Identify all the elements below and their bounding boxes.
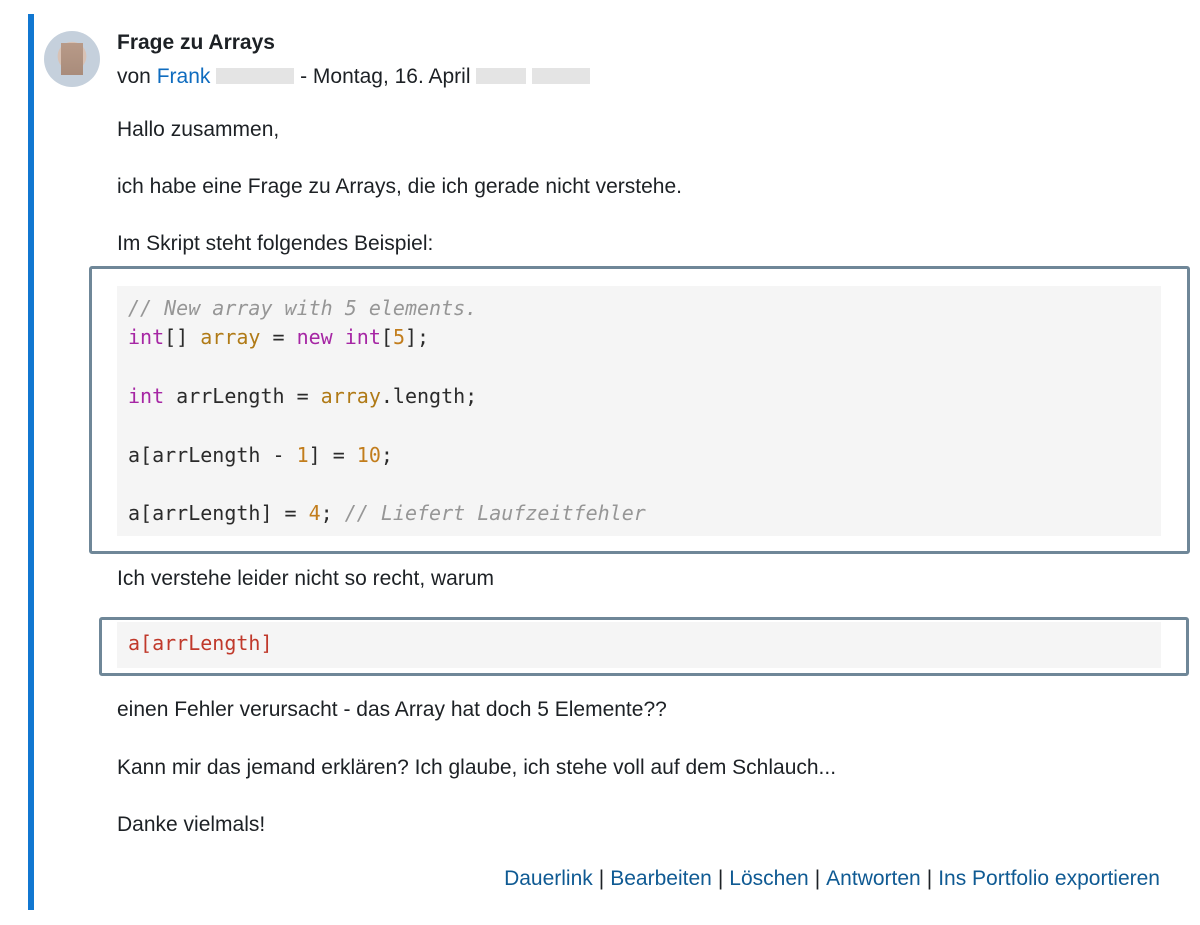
post-accent-bar <box>28 14 34 910</box>
action-separator: | <box>814 867 821 890</box>
code-number: 4 <box>308 501 321 525</box>
reply-link[interactable]: Antworten <box>826 867 921 890</box>
code-comment: // Liefert Laufzeitfehler <box>344 501 646 525</box>
code-keyword: new <box>296 325 333 349</box>
code-keyword: int <box>344 325 381 349</box>
delete-link[interactable]: Löschen <box>729 867 808 890</box>
code-line-3: int arrLength = array.length; <box>128 384 477 408</box>
post-byline: von Frank - Montag, 16. April <box>117 64 591 90</box>
author-avatar[interactable] <box>44 31 100 87</box>
post-ask: Kann mir das jemand erklären? Ich glaube… <box>117 756 837 779</box>
post-date: Montag, 16. April <box>312 65 471 88</box>
byline-date-separator: - <box>294 65 313 88</box>
post-question: ich habe eine Frage zu Arrays, die ich g… <box>117 175 682 198</box>
action-separator: | <box>598 867 605 890</box>
inline-code-text: a[arrLength] <box>128 631 273 655</box>
code-text: a[arrLength - <box>128 443 297 467</box>
code-text: ]; <box>404 325 430 349</box>
code-line-4: a[arrLength - 1] = 10; <box>128 443 393 467</box>
post-greeting: Hallo zusammen, <box>117 118 280 141</box>
inline-code: a[arrLength] <box>128 631 273 655</box>
code-variable: array <box>200 325 261 349</box>
code-number: 1 <box>296 443 309 467</box>
redacted-surname <box>216 68 295 84</box>
code-text: .length; <box>380 384 478 408</box>
code-keyword: int <box>128 384 165 408</box>
code-text: [] <box>164 325 201 349</box>
code-text: a[arrLength] = <box>128 501 309 525</box>
code-keyword: int <box>128 325 165 349</box>
redacted-year <box>476 68 527 84</box>
code-text: ; <box>320 501 345 525</box>
code-number: 10 <box>356 443 381 467</box>
export-portfolio-link[interactable]: Ins Portfolio exportieren <box>938 867 1160 890</box>
post-thanks: Danke vielmals! <box>117 813 266 836</box>
post-script-intro: Im Skript steht folgendes Beispiel: <box>117 232 434 255</box>
code-text: arrLength = <box>164 384 321 408</box>
code-line-5: a[arrLength] = 4; // Liefert Laufzeitfeh… <box>128 501 646 525</box>
avatar-face-blur <box>61 43 83 75</box>
code-comment: // New array with 5 elements. <box>128 296 478 320</box>
action-separator: | <box>926 867 933 890</box>
edit-link[interactable]: Bearbeiten <box>610 867 712 890</box>
code-text: ; <box>380 443 393 467</box>
author-link[interactable]: Frank <box>157 65 211 88</box>
post-error: einen Fehler verursacht - das Array hat … <box>117 698 667 721</box>
redacted-time <box>532 68 591 84</box>
code-line-2: int[] array = new int[5]; <box>128 325 429 349</box>
code-text: = <box>260 325 297 349</box>
post-actions: Dauerlink | Bearbeiten | Löschen | Antworten | I… <box>504 866 1160 892</box>
action-separator: | <box>717 867 724 890</box>
code-line-1: // New array with 5 elements. <box>128 296 477 320</box>
code-variable: array <box>320 384 381 408</box>
permalink-link[interactable]: Dauerlink <box>504 867 593 890</box>
byline-prefix: von <box>117 65 151 88</box>
post-confusion: Ich verstehe leider nicht so recht, waru… <box>117 567 494 590</box>
code-text: [ <box>380 325 393 349</box>
code-text: ] = <box>308 443 357 467</box>
post-subject: Frage zu Arrays <box>117 31 275 54</box>
code-number: 5 <box>392 325 405 349</box>
